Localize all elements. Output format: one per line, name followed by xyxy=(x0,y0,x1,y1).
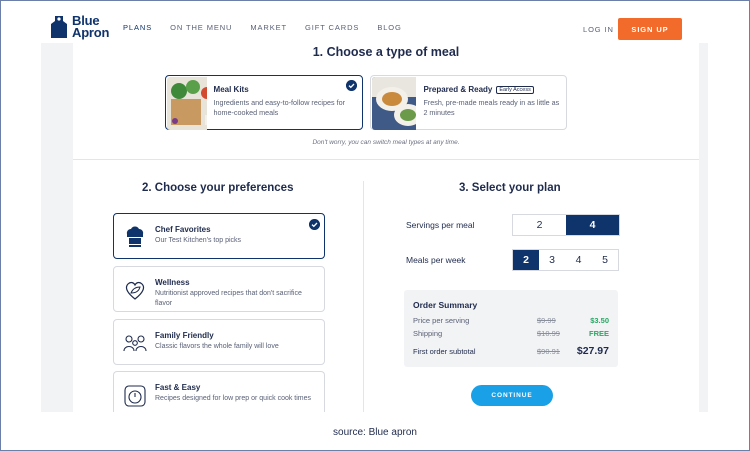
servings-selector: 2 4 xyxy=(512,214,620,236)
prepared-ready-title: Prepared & Ready Early Access xyxy=(423,85,560,94)
old-price: $9.99 xyxy=(537,316,556,325)
continue-button[interactable]: CONTINUE xyxy=(471,385,553,406)
meals-option-2[interactable]: 2 xyxy=(513,250,539,270)
site-header: Blue Apron PLANS ON THE MENU MARKET GIFT… xyxy=(1,1,749,43)
step3-title: 3. Select your plan xyxy=(459,182,561,194)
main-nav: PLANS ON THE MENU MARKET GIFT CARDS BLOG xyxy=(123,23,402,32)
order-summary-title: Order Summary xyxy=(413,300,478,310)
nav-gift-cards[interactable]: GIFT CARDS xyxy=(305,23,359,32)
content-area: 1. Choose a type of meal Meal Kits Ingre… xyxy=(41,43,708,412)
new-price: $3.50 xyxy=(590,316,609,325)
pref-desc: Our Test Kitchen's top picks xyxy=(155,237,242,244)
pref-family-friendly[interactable]: Family Friendly Classic flavors the whol… xyxy=(113,319,325,365)
pref-title: Chef Favorites xyxy=(155,225,211,234)
nav-market[interactable]: MARKET xyxy=(250,23,287,32)
row-label: Price per serving xyxy=(413,316,470,325)
meal-type-hint: Don't worry, you can switch meal types a… xyxy=(312,139,460,146)
pref-title: Wellness xyxy=(155,278,190,287)
step1-title: 1. Choose a type of meal xyxy=(312,45,460,59)
pref-fast-easy[interactable]: Fast & Easy Recipes designed for low pre… xyxy=(113,371,325,412)
order-summary: Order Summary Price per serving $9.99 $3… xyxy=(404,290,618,367)
prepared-ready-image xyxy=(372,77,417,130)
meals-option-4[interactable]: 4 xyxy=(565,250,592,270)
logo[interactable]: Blue Apron xyxy=(50,13,110,40)
meal-kits-desc: Ingredients and easy-to-follow recipes f… xyxy=(213,98,345,117)
plan-builder-card: 1. Choose a type of meal Meal Kits Ingre… xyxy=(73,43,699,412)
login-link[interactable]: LOG IN xyxy=(583,25,614,34)
pref-desc: Recipes designed for low prep or quick c… xyxy=(155,395,312,402)
logo-text: Blue Apron xyxy=(72,13,110,40)
meal-type-prepared-ready[interactable]: Prepared & Ready Early Access Fresh, pre… xyxy=(370,75,567,130)
signup-button[interactable]: SIGN UP xyxy=(618,18,682,40)
old-shipping: $10.99 xyxy=(537,329,560,338)
source-caption: source: Blue apron xyxy=(333,427,417,438)
meal-kits-title: Meal Kits xyxy=(213,85,249,94)
column-divider xyxy=(363,181,364,412)
row-label: Shipping xyxy=(413,329,443,338)
old-subtotal: $90.91 xyxy=(537,347,560,356)
pref-title: Family Friendly xyxy=(155,331,214,340)
step2-title: 2. Choose your preferences xyxy=(142,182,294,194)
nav-on-the-menu[interactable]: ON THE MENU xyxy=(170,23,232,32)
pref-title: Fast & Easy xyxy=(155,383,201,392)
meals-option-3[interactable]: 3 xyxy=(539,250,565,270)
pref-desc: Nutritionist approved recipes that don't… xyxy=(155,290,302,307)
meal-kits-info: Meal Kits Ingredients and easy-to-follow… xyxy=(208,76,362,129)
shipping-row: Shipping $10.99 FREE xyxy=(413,329,609,338)
servings-label: Servings per meal xyxy=(406,220,475,230)
row-label: First order subtotal xyxy=(413,347,476,356)
pref-wellness[interactable]: Wellness Nutritionist approved recipes t… xyxy=(113,266,325,312)
early-access-badge: Early Access xyxy=(496,85,534,94)
section-divider xyxy=(73,159,699,160)
meal-kits-image xyxy=(167,77,207,130)
servings-option-4[interactable]: 4 xyxy=(566,215,619,235)
meals-option-5[interactable]: 5 xyxy=(592,250,618,270)
new-shipping: FREE xyxy=(588,329,609,338)
prepared-ready-info: Prepared & Ready Early Access Fresh, pre… xyxy=(417,76,566,129)
pref-chef-favorites[interactable]: Chef Favorites Our Test Kitchen's top pi… xyxy=(113,213,325,259)
heart-leaf-icon xyxy=(125,281,145,300)
price-per-serving-row: Price per serving $9.99 $3.50 xyxy=(413,316,609,325)
nav-blog[interactable]: BLOG xyxy=(377,23,401,32)
new-subtotal: $27.97 xyxy=(576,345,609,357)
nav-plans[interactable]: PLANS xyxy=(123,23,152,32)
selected-check-icon xyxy=(309,219,320,230)
meals-selector: 2 3 4 5 xyxy=(512,249,619,271)
subtotal-row: First order subtotal $90.91 $27.97 xyxy=(413,345,609,357)
apron-logo-icon xyxy=(51,16,67,38)
prepared-ready-desc: Fresh, pre-made meals ready in as little… xyxy=(423,98,560,117)
meals-label: Meals per week xyxy=(406,255,466,265)
timer-icon xyxy=(124,385,146,407)
chef-hat-icon xyxy=(126,226,144,247)
meal-type-meal-kits[interactable]: Meal Kits Ingredients and easy-to-follow… xyxy=(165,75,363,130)
selected-check-icon xyxy=(346,80,357,91)
pref-desc: Classic flavors the whole family will lo… xyxy=(155,343,279,350)
family-icon xyxy=(123,335,147,352)
servings-option-2[interactable]: 2 xyxy=(513,215,566,235)
